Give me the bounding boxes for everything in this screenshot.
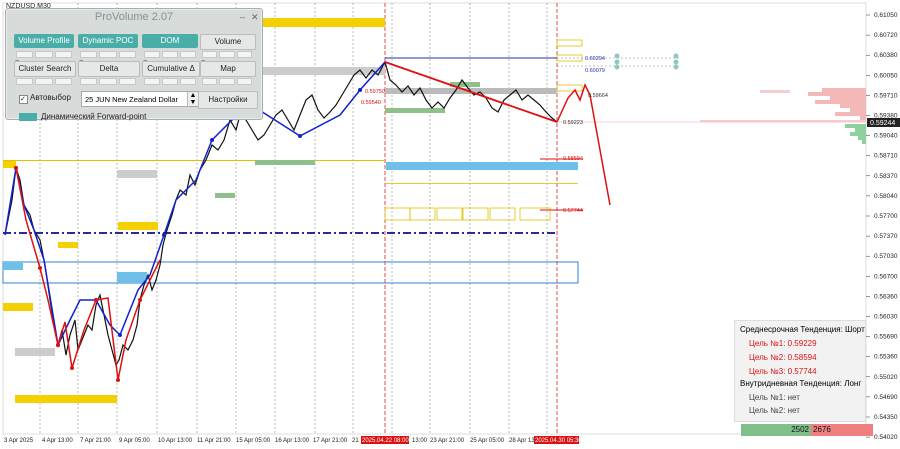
price-tick: 0.55020 xyxy=(874,374,898,381)
price-tick: 0.59710 xyxy=(874,92,898,99)
time-tick: 7 Apr 21:00 xyxy=(80,438,111,444)
buy-volume: 2502 xyxy=(741,424,811,436)
forward-point-toggle-icon[interactable] xyxy=(19,113,37,121)
price-tick: 0.55690 xyxy=(874,334,898,341)
intraday-trend-title: Внутридневная Тенденция: Лонг xyxy=(740,379,862,388)
time-tick: 10 Apr 13:00 xyxy=(158,438,193,444)
time-tick: 3 Apr 2025 xyxy=(4,438,34,444)
price-tick: 0.55360 xyxy=(874,354,898,361)
level-label: 0.57744 xyxy=(563,208,583,214)
provolume-panel[interactable]: ProVolume 2.07 – ✕ Volume Profile Dynami… xyxy=(5,8,263,121)
level-label: 0.58594 xyxy=(563,156,583,162)
intraday-target-1: Цель №1: нет xyxy=(749,393,800,402)
time-tick: 15 Apr 05:00 xyxy=(236,438,271,444)
time-tick: 4 Apr 13:00 xyxy=(42,438,73,444)
price-tick: 0.56030 xyxy=(874,314,898,321)
chevron-updown-icon[interactable]: ▲ ▼ xyxy=(187,92,198,106)
price-tick: 0.54690 xyxy=(874,394,898,401)
dynamic-poc-button[interactable]: Dynamic POC xyxy=(78,34,138,48)
time-tick: 2025.04.30 05:30 xyxy=(535,438,582,444)
price-tick: 0.57030 xyxy=(874,253,898,260)
trend-info-box: Среднесрочная Тенденция: Шорт Цель №1: 0… xyxy=(734,320,866,422)
price-tick: 0.54020 xyxy=(874,434,898,441)
time-tick: 23 Apr 21:00 xyxy=(430,438,465,444)
cumulative-delta-button[interactable]: Cumulative Δ xyxy=(142,61,200,77)
cluster-search-button[interactable]: Cluster Search xyxy=(14,61,76,77)
price-tick: 0.54350 xyxy=(874,414,898,421)
blue-zone-upper xyxy=(386,162,578,170)
medium-trend-title: Среднесрочная Тенденция: Шорт xyxy=(740,325,865,334)
time-tick: 17 Apr 21:00 xyxy=(313,438,348,444)
time-tick: 25 Apr 05:00 xyxy=(470,438,505,444)
price-tick: 0.58710 xyxy=(874,153,898,160)
volume-button[interactable]: Volume xyxy=(200,34,256,50)
time-tick: 13:00 xyxy=(412,438,428,444)
check-icon: ✓ xyxy=(19,95,28,104)
autoselect-label: Автовыбор xyxy=(30,93,71,102)
volume-profile-button[interactable]: Volume Profile xyxy=(14,34,74,48)
intraday-target-2: Цель №2: нет xyxy=(749,406,800,415)
price-tick: 0.57370 xyxy=(874,233,898,240)
time-tick: 2025.04.22 08:00 xyxy=(362,438,409,444)
settings-button[interactable]: Настройки xyxy=(198,91,258,109)
price-tick: 0.56360 xyxy=(874,293,898,300)
level-label: 0.60294 xyxy=(585,56,605,62)
instrument-value: 25 JUN New Zealand Dollar xyxy=(85,95,178,104)
price-tick: 0.57700 xyxy=(874,213,898,220)
dom-button[interactable]: DOM xyxy=(142,34,198,48)
level-label: 0.59223 xyxy=(563,120,583,126)
price-tick: 0.59040 xyxy=(874,133,898,140)
level-label: 0.59750 xyxy=(365,89,385,95)
price-axis: 0.610500.607200.603800.600500.597100.593… xyxy=(866,12,898,441)
forward-point-label: Динамический Forward-point xyxy=(41,112,147,121)
time-tick: 16 Apr 13:00 xyxy=(275,438,310,444)
minimize-icon[interactable]: – xyxy=(240,12,245,22)
delta-button[interactable]: Delta xyxy=(78,61,140,77)
medium-target-3: Цель №3: 0.57744 xyxy=(749,367,817,376)
time-axis: 3 Apr 2025 4 Apr 13:00 7 Apr 21:00 9 Apr 05… xyxy=(4,436,582,444)
blue-zone-left xyxy=(3,262,23,270)
time-tick: 21 xyxy=(352,438,359,444)
autoselect-checkbox[interactable]: ✓ Автовыбор xyxy=(19,93,71,104)
price-tick: 0.58370 xyxy=(874,173,898,180)
time-tick: 11 Apr 21:00 xyxy=(197,438,231,444)
price-tick: 0.60050 xyxy=(874,72,898,79)
blue-zone-small xyxy=(117,272,147,283)
close-icon[interactable]: ✕ xyxy=(251,12,259,23)
map-button[interactable]: Map xyxy=(200,61,256,77)
panel-title: ProVolume 2.07 xyxy=(94,11,174,23)
price-tick: 0.60380 xyxy=(874,52,898,59)
medium-target-2: Цель №2: 0.58594 xyxy=(749,353,817,362)
level-label: 0.59540 xyxy=(361,100,381,106)
instrument-select[interactable]: 25 JUN New Zealand Dollar ▲ ▼ xyxy=(81,91,199,107)
price-tick: 0.56700 xyxy=(874,273,898,280)
price-tick: 0.60720 xyxy=(874,32,898,39)
price-tick: 0.58040 xyxy=(874,193,898,200)
medium-target-1: Цель №1: 0.59229 xyxy=(749,339,817,348)
level-label: 0.60079 xyxy=(585,68,605,74)
sell-volume: 2676 xyxy=(811,424,873,436)
level-label: 0.59664 xyxy=(588,93,608,99)
time-tick: 9 Apr 05:00 xyxy=(119,438,150,444)
price-tick: 0.61050 xyxy=(874,12,898,19)
current-price-tag: 0.59244 xyxy=(870,120,895,127)
